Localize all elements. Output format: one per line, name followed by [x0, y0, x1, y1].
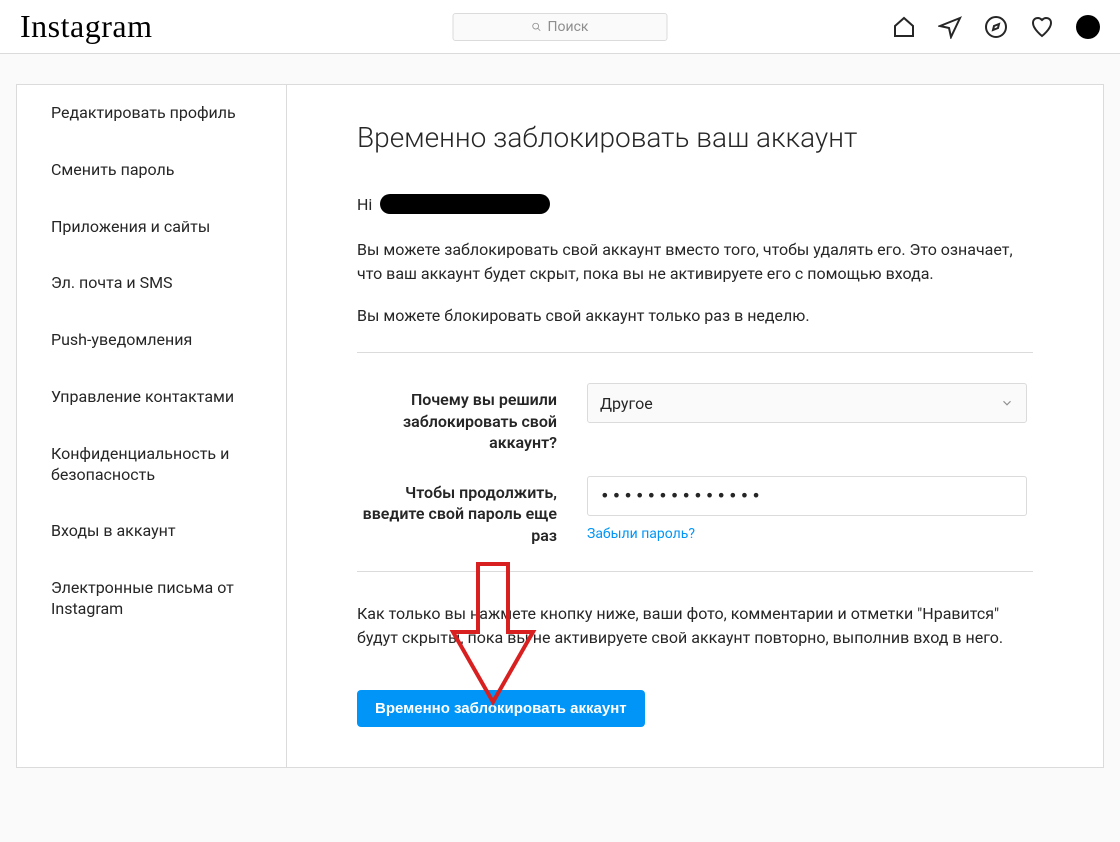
reason-select[interactable]: Другое: [587, 383, 1027, 423]
greeting: Hi: [357, 194, 1033, 214]
forgot-password-link[interactable]: Забыли пароль?: [587, 526, 695, 542]
settings-sidebar: Редактировать профиль Сменить пароль При…: [17, 85, 287, 767]
sidebar-item-login-activity[interactable]: Входы в аккаунт: [17, 503, 286, 560]
final-paragraph: Как только вы нажмете кнопку ниже, ваши …: [357, 602, 1033, 650]
reason-row: Почему вы решили заблокировать свой акка…: [357, 383, 1033, 454]
divider: [357, 352, 1033, 353]
messages-icon[interactable]: [938, 15, 962, 39]
chevron-down-icon: [1000, 396, 1014, 410]
password-row: Чтобы продолжить, введите свой пароль ещ…: [357, 476, 1033, 547]
info-paragraph-2: Вы можете блокировать свой аккаунт тольк…: [357, 304, 1033, 328]
greeting-prefix: Hi: [357, 195, 372, 214]
search-placeholder: Поиск: [548, 19, 589, 35]
disable-account-button[interactable]: Временно заблокировать аккаунт: [357, 690, 645, 727]
top-nav: Instagram Поиск: [0, 0, 1120, 54]
info-paragraph-1: Вы можете заблокировать свой аккаунт вме…: [357, 238, 1033, 286]
sidebar-item-push-notifications[interactable]: Push-уведомления: [17, 312, 286, 369]
instagram-logo[interactable]: Instagram: [20, 8, 152, 45]
sidebar-item-edit-profile[interactable]: Редактировать профиль: [17, 85, 286, 142]
sidebar-item-emails-from-instagram[interactable]: Электронные письма от Instagram: [17, 560, 286, 638]
sidebar-item-change-password[interactable]: Сменить пароль: [17, 142, 286, 199]
page-title: Временно заблокировать ваш аккаунт: [357, 121, 1033, 154]
reason-label: Почему вы решили заблокировать свой акка…: [357, 383, 587, 454]
sidebar-item-email-sms[interactable]: Эл. почта и SMS: [17, 255, 286, 312]
sidebar-item-privacy-security[interactable]: Конфиденциальность и безопасность: [17, 426, 286, 504]
password-input[interactable]: ••••••••••••••: [587, 476, 1027, 516]
settings-container: Редактировать профиль Сменить пароль При…: [16, 84, 1104, 768]
profile-avatar[interactable]: [1076, 15, 1100, 39]
sidebar-item-manage-contacts[interactable]: Управление контактами: [17, 369, 286, 426]
username-redacted: [380, 194, 550, 214]
main-content: Временно заблокировать ваш аккаунт Hi Вы…: [287, 85, 1103, 767]
activity-icon[interactable]: [1030, 15, 1054, 39]
divider-2: [357, 571, 1033, 572]
explore-icon[interactable]: [984, 15, 1008, 39]
search-input[interactable]: Поиск: [453, 13, 668, 41]
nav-icons: [892, 15, 1100, 39]
sidebar-item-apps-websites[interactable]: Приложения и сайты: [17, 199, 286, 256]
reason-value: Другое: [600, 394, 653, 413]
password-label: Чтобы продолжить, введите свой пароль ещ…: [357, 476, 587, 547]
home-icon[interactable]: [892, 15, 916, 39]
search-icon: [532, 22, 542, 32]
